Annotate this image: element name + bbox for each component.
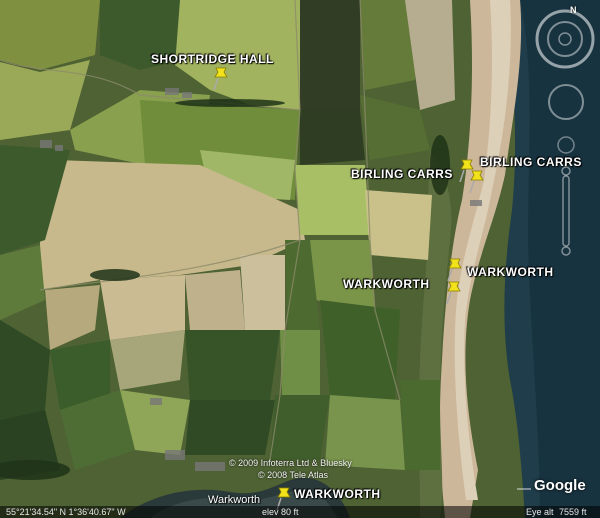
town-label: Warkworth — [208, 494, 261, 506]
coordinates-readout: 55°21'34.54" N 1°36'40.67" W — [6, 507, 126, 517]
placemark-label-warkworth-west[interactable]: WARKWORTH — [343, 277, 429, 291]
satellite-imagery[interactable] — [0, 0, 600, 518]
status-bar: 55°21'34.54" N 1°36'40.67" W elev 80 ft … — [0, 506, 600, 518]
eye-alt-value: 7559 ft — [559, 507, 587, 517]
move-joystick-icon[interactable] — [556, 134, 576, 156]
pushpin-icon[interactable] — [446, 257, 464, 281]
imagery-credit-infoterra: © 2009 Infoterra Ltd & Bluesky — [229, 458, 352, 468]
placemark-label-warkworth-east[interactable]: WARKWORTH — [467, 265, 553, 279]
pushpin-icon[interactable] — [468, 169, 486, 193]
scale-marker-icon — [517, 488, 531, 490]
google-logo: Google — [534, 477, 586, 494]
zoom-slider[interactable] — [558, 166, 574, 256]
placemark-label-warkworth-south[interactable]: WARKWORTH — [294, 487, 380, 501]
pushpin-icon[interactable] — [212, 66, 230, 90]
elevation-readout: elev 80 ft — [262, 507, 299, 517]
compass-north-label[interactable]: N — [570, 5, 577, 15]
satellite-map[interactable]: SHORTRIDGE HALL BIRLING CARRS BIRLING CA… — [0, 0, 600, 518]
eye-alt-label: Eye alt — [526, 507, 554, 517]
imagery-credit-tele-atlas: © 2008 Tele Atlas — [258, 470, 329, 480]
placemark-label-birling-carrs-west[interactable]: BIRLING CARRS — [351, 167, 453, 181]
look-joystick-icon[interactable] — [546, 82, 586, 122]
placemark-label-shortridge-hall[interactable]: SHORTRIDGE HALL — [151, 52, 274, 66]
pushpin-icon[interactable] — [445, 280, 463, 304]
compass-ring-icon[interactable] — [534, 8, 596, 70]
